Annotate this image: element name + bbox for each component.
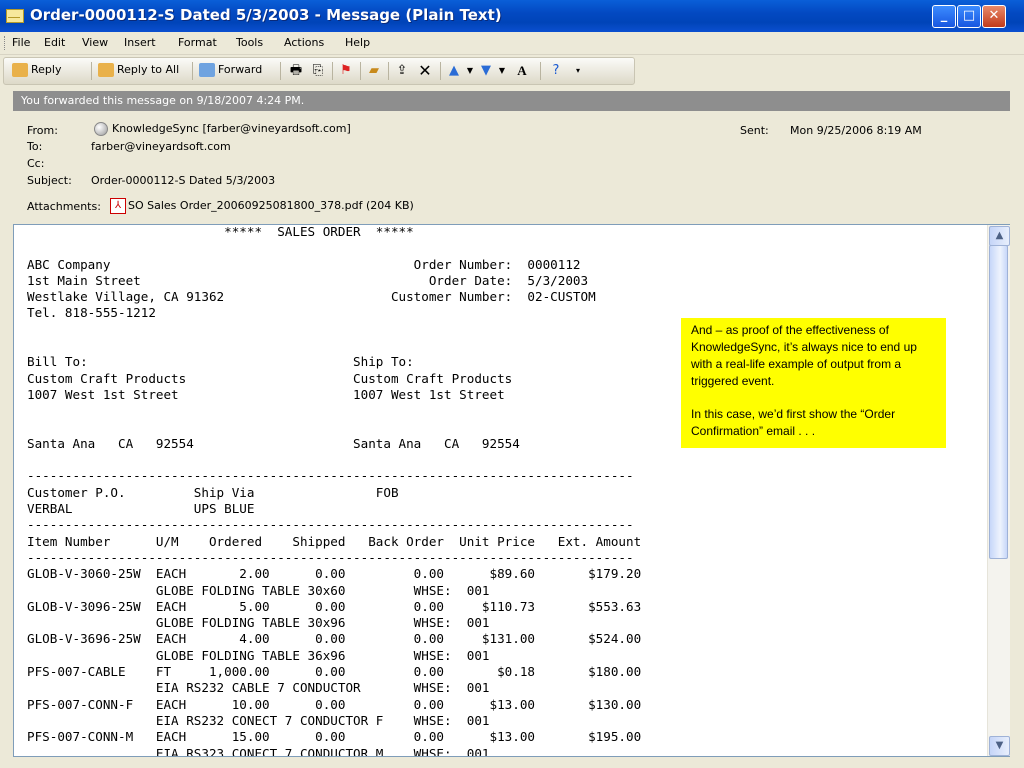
info-bar: You forwarded this message on 9/18/2007 … <box>13 91 1010 111</box>
reply-all-button[interactable]: Reply to All <box>98 63 179 77</box>
toolbar-separator <box>540 62 541 80</box>
vertical-scrollbar[interactable]: ▲ ▼ <box>987 225 1010 756</box>
font-size-icon[interactable]: A <box>514 63 530 79</box>
menu-edit[interactable]: Edit <box>44 36 65 49</box>
from-field[interactable]: KnowledgeSync [farber@vineyardsoft.com] <box>94 122 351 136</box>
from-value: KnowledgeSync [farber@vineyardsoft.com] <box>112 122 351 135</box>
menu-bar: File Edit View Insert Format Tools Actio… <box>0 32 1024 55</box>
close-button[interactable]: ✕ <box>982 5 1006 28</box>
window-title: Order-0000112-S Dated 5/3/2003 - Message… <box>30 6 502 24</box>
forward-icon <box>199 63 215 77</box>
callout-paragraph-1: And – as proof of the effectiveness of K… <box>691 323 917 388</box>
folder-icon[interactable]: ▰ <box>366 63 382 79</box>
menu-grip[interactable] <box>4 36 8 50</box>
menu-file[interactable]: File <box>12 36 30 49</box>
menu-help[interactable]: Help <box>345 36 370 49</box>
toolbar-separator <box>91 62 92 80</box>
forward-label: Forward <box>218 63 263 76</box>
delete-icon[interactable]: ✕ <box>417 63 433 79</box>
toolbar-strip: Reply Reply to All Forward 🖶 ⎘ ⚑ ▰ ⇪ ✕ ▲… <box>3 57 635 85</box>
sent-label: Sent: <box>740 124 769 137</box>
toolbar-separator <box>192 62 193 80</box>
previous-dropdown-icon[interactable]: ▼ <box>462 63 478 79</box>
reply-button[interactable]: Reply <box>12 63 61 77</box>
reply-icon <box>12 63 28 77</box>
message-body-text: ***** SALES ORDER ***** ABC Company Orde… <box>27 224 642 757</box>
flag-icon[interactable]: ⚑ <box>338 63 354 79</box>
menu-tools[interactable]: Tools <box>236 36 263 49</box>
reply-all-label: Reply to All <box>117 63 180 76</box>
title-bar[interactable]: Order-0000112-S Dated 5/3/2003 - Message… <box>0 0 1024 32</box>
toolbar-separator <box>388 62 389 80</box>
menu-actions[interactable]: Actions <box>284 36 324 49</box>
attachments-label: Attachments: <box>27 200 101 213</box>
minimize-button[interactable]: _ <box>932 5 956 28</box>
cc-label: Cc: <box>27 157 45 170</box>
menu-format[interactable]: Format <box>178 36 217 49</box>
subject-label: Subject: <box>27 174 72 187</box>
presence-icon <box>94 122 108 136</box>
toolbar-separator <box>440 62 441 80</box>
reply-all-icon <box>98 63 114 77</box>
message-body-pane[interactable]: ***** SALES ORDER ***** ABC Company Orde… <box>13 224 1010 757</box>
toolbar-separator <box>332 62 333 80</box>
scroll-up-icon[interactable]: ▲ <box>989 226 1010 246</box>
help-icon[interactable]: ? <box>548 63 564 79</box>
subject-value: Order-0000112-S Dated 5/3/2003 <box>91 174 276 187</box>
annotation-callout: And – as proof of the effectiveness of K… <box>681 318 946 448</box>
scroll-down-icon[interactable]: ▼ <box>989 736 1010 756</box>
next-dropdown-icon[interactable]: ▼ <box>494 63 510 79</box>
maximize-button[interactable]: □ <box>957 5 981 28</box>
envelope-icon <box>6 9 24 23</box>
pdf-icon: ⅄ <box>110 198 126 214</box>
toolbar: Reply Reply to All Forward 🖶 ⎘ ⚑ ▰ ⇪ ✕ ▲… <box>0 55 1024 85</box>
menu-view[interactable]: View <box>82 36 108 49</box>
toolbar-options-icon[interactable]: ▾ <box>570 63 586 79</box>
previous-item-icon[interactable]: ▲ <box>446 63 462 79</box>
toolbar-separator <box>360 62 361 80</box>
sent-value: Mon 9/25/2006 8:19 AM <box>790 124 922 137</box>
toolbar-separator <box>280 62 281 80</box>
to-label: To: <box>27 140 43 153</box>
copy-icon[interactable]: ⎘ <box>310 63 326 79</box>
forward-button[interactable]: Forward <box>199 63 262 77</box>
scroll-thumb[interactable] <box>989 245 1008 559</box>
attachment-name: SO Sales Order_20060925081800_378.pdf (2… <box>128 199 414 212</box>
callout-paragraph-2: In this case, we’d first show the “Order… <box>691 407 896 438</box>
from-label: From: <box>27 124 58 137</box>
next-item-icon[interactable]: ▼ <box>478 63 494 79</box>
print-icon[interactable]: 🖶 <box>288 63 304 79</box>
to-value[interactable]: farber@vineyardsoft.com <box>91 140 231 153</box>
attachment-item[interactable]: ⅄ SO Sales Order_20060925081800_378.pdf (… <box>110 198 414 214</box>
move-to-folder-icon[interactable]: ⇪ <box>394 63 410 79</box>
menu-insert[interactable]: Insert <box>124 36 156 49</box>
reply-label: Reply <box>31 63 62 76</box>
